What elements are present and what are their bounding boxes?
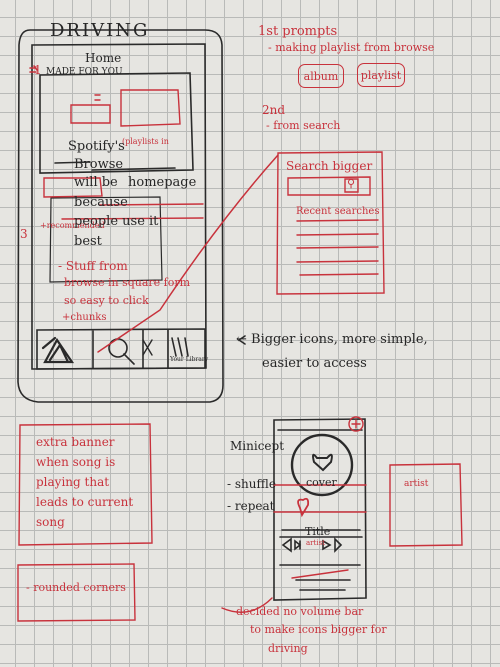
volume-note: decided no volume bar	[236, 605, 364, 618]
banner-note: extra banner	[36, 435, 115, 449]
recent-searches-label: Recent searches	[296, 206, 380, 217]
stuff-note: browse in square form	[64, 276, 191, 289]
chunks-note: +chunks	[62, 312, 107, 323]
badge-one: 1	[34, 63, 42, 77]
side-box-label: artist	[404, 479, 429, 489]
home-label: Home	[85, 51, 122, 65]
player-note: - repeat	[227, 499, 275, 513]
search-title: Search bigger	[286, 159, 373, 173]
player-note: Minicept	[230, 439, 285, 453]
second-prompt: 2nd	[262, 103, 286, 117]
first-prompts: 1st prompts	[258, 24, 338, 39]
made-for-you-label: MADE FOR YOU	[46, 67, 123, 77]
stuff-note: - Stuff from	[58, 259, 128, 273]
song-title: Title	[305, 525, 331, 538]
badge-three: 3	[20, 227, 28, 241]
banner-note: when song is	[36, 455, 116, 469]
first-prompts-sub: - making playlist from browse	[268, 41, 435, 54]
cover-label: cover	[306, 476, 337, 489]
nav-your-library: Your Library	[170, 356, 209, 363]
note-line: homepage	[128, 175, 197, 190]
note-line: best	[74, 234, 102, 249]
icon-note: easier to access	[262, 356, 367, 371]
song-artist: artist	[306, 539, 325, 547]
stuff-note: so easy to click	[64, 294, 149, 307]
search-icon: ⚲	[347, 177, 356, 190]
note-line: Browse	[74, 157, 124, 172]
volume-note: driving	[268, 642, 308, 655]
player-note: - shuffle	[227, 477, 276, 491]
note-line: Spotify's	[68, 139, 125, 154]
player-phone	[273, 418, 367, 601]
playlist-button: playlist	[357, 63, 405, 87]
banner-note: leads to current	[36, 495, 134, 509]
volume-note: to make icons bigger for	[250, 623, 387, 636]
banner-note: song	[36, 515, 65, 529]
note-line: will be	[74, 175, 118, 190]
search-panel	[276, 151, 385, 295]
sketch-title: DRIVING	[50, 20, 150, 41]
album-button: album	[298, 64, 344, 88]
banner-note: playing that	[36, 475, 110, 489]
second-prompt-sub: - from search	[266, 119, 341, 132]
icon-note: ← Bigger icons, more simple,	[236, 332, 428, 347]
note-line: people use it	[74, 214, 159, 229]
playlist-annotation: (playlists in	[122, 137, 169, 146]
note-line: because	[74, 195, 128, 210]
rounded-corners-note: - rounded corners	[26, 581, 126, 594]
